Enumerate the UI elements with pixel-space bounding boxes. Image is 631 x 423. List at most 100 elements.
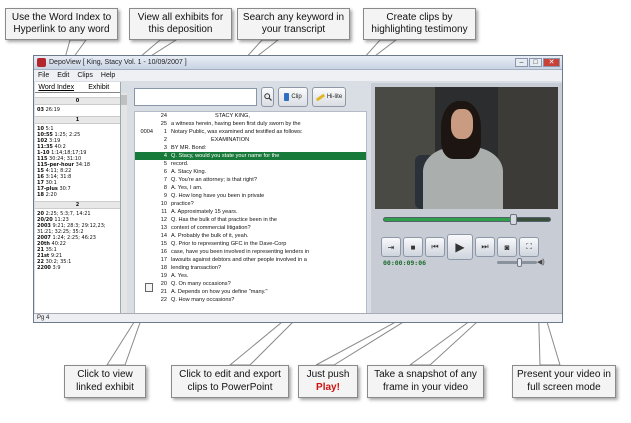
stop-button[interactable]: ■ [403, 237, 423, 257]
volume-slider[interactable] [497, 258, 537, 267]
transcript-text: BY MR. Bond: [171, 145, 207, 151]
menu-edit[interactable]: Edit [57, 72, 69, 79]
tab-word-index[interactable]: Word Index [35, 82, 78, 92]
fullscreen-button[interactable]: ⛶ [519, 237, 539, 257]
transcript-line-number: 3 [163, 145, 167, 151]
word-index-scrollbar[interactable] [121, 93, 127, 314]
callout-exhibits: View all exhibits for this deposition [129, 8, 232, 40]
transcript-line[interactable]: 6 A. Stacy King. [135, 168, 366, 176]
snapshot-button[interactable]: ◙ [497, 237, 517, 257]
transcript-line[interactable]: 11 A. Approximately 15 years. [135, 208, 366, 216]
transcript-line-highlighted[interactable]: 4 Q. Stacy, would you state your name for… [135, 152, 366, 160]
search-button[interactable] [261, 87, 274, 107]
play-icon: ▶ [455, 240, 465, 254]
skip-back-button[interactable]: ⏮ [425, 237, 445, 257]
transcript-line-number: 13 [160, 225, 167, 231]
seek-bar[interactable] [383, 214, 551, 225]
transcript-line[interactable]: 15 Q. Prior to representing GFC in the Da… [135, 240, 366, 248]
transcript-page-number [135, 256, 153, 264]
status-page: Pg 4 [37, 315, 50, 321]
speaker-icon: ◀) [537, 259, 545, 266]
transcript-page-number [135, 160, 153, 168]
transcript-line[interactable]: 10 practice? [135, 200, 366, 208]
skip-forward-button[interactable]: ⏭ [475, 237, 495, 257]
clip-button[interactable]: Clip [278, 87, 308, 107]
maximize-button[interactable]: □ [529, 58, 542, 67]
title-bar: DepoView [ King, Stacy Vol. 1 - 10/09/20… [34, 56, 562, 70]
menu-clips[interactable]: Clips [77, 72, 93, 79]
transcript-line[interactable]: 16 case, have you been involved in repres… [135, 248, 366, 256]
seek-handle[interactable] [510, 214, 518, 225]
scrollbar-thumb[interactable] [121, 95, 127, 105]
minimize-button[interactable]: – [515, 58, 528, 67]
transcript-page-number [135, 216, 153, 224]
transcript-line[interactable]: 25 a witness herein, having been first du… [135, 120, 366, 128]
transcript-line[interactable]: 7 Q. You're an attorney; is that right? [135, 176, 366, 184]
transcript-text: lending transaction? [171, 265, 222, 271]
stop-icon: ■ [410, 242, 416, 252]
play-button[interactable]: ▶ [447, 234, 473, 260]
transcript-line[interactable]: 5 record. [135, 160, 366, 168]
time-readout: 00:00:09:06 [383, 259, 427, 267]
exhibit-link-icon[interactable] [145, 283, 153, 292]
transcript-line-number: 25 [160, 121, 167, 127]
transcript-line[interactable]: 12 Q. Has the bulk of that practice been … [135, 216, 366, 224]
highlighter-icon [315, 93, 325, 101]
word-index-entry[interactable]: 03 26:19 [37, 107, 118, 113]
transcript-line[interactable]: 2 EXAMINATION [135, 136, 366, 144]
word-index-refs: 34:18 [75, 162, 91, 168]
transcript-page-number [135, 200, 153, 208]
hilite-button-label: Hi-lite [326, 94, 343, 100]
transcript-line[interactable]: 14 A. Probably the bulk of it, yeah. [135, 232, 366, 240]
transcript-line[interactable]: 9 Q. How long have you been in private [135, 192, 366, 200]
close-button[interactable]: ✕ [543, 58, 560, 67]
transcript-page-number [135, 248, 153, 256]
transcript-line[interactable]: 13 context of commercial litigation? [135, 224, 366, 232]
word-index-entry[interactable]: 2200 3:9 [37, 265, 118, 271]
transcript-line[interactable]: 8 A. Yes, I am. [135, 184, 366, 192]
transcript-line-number: 17 [160, 257, 167, 263]
callout-play: Just push Play! [298, 365, 358, 398]
transcript-page-number [135, 272, 153, 280]
transcript-page-number [135, 192, 153, 200]
transcript-pane[interactable]: 24 STACY KING, 25 a witness herein, having … [134, 111, 367, 314]
transcript-line[interactable]: 17 lawsuits against debtors and other peo… [135, 256, 366, 264]
transcript-text: Q. Has the bulk of that practice been in… [171, 217, 278, 223]
menu-help[interactable]: Help [101, 72, 115, 79]
word-index-section-0: 0 [35, 97, 120, 105]
word-index-panel: Word Index Exhibit 0 03 26:19 1 10 5:1 10… [35, 82, 121, 314]
word-index-refs: 3:9 [52, 265, 61, 271]
word-index-entry[interactable]: 18 2:20 [37, 192, 118, 198]
transcript-line[interactable]: 0004 1 Notary Public, was examined and tes… [135, 128, 366, 136]
transcript-text: practice? [171, 201, 194, 207]
transcript-line[interactable]: 18 lending transaction? [135, 264, 366, 272]
transcript-page-number [135, 224, 153, 232]
transcript-line-number: 11 [161, 209, 167, 215]
transcript-line[interactable]: 21 A. Depends on how you define "many." [135, 288, 366, 296]
edit-clips-button[interactable]: ⇥ [381, 237, 401, 257]
video-frame[interactable] [375, 87, 558, 209]
word-index-section-1: 1 [35, 116, 120, 124]
menu-file[interactable]: File [38, 72, 49, 79]
tab-exhibits[interactable]: Exhibit [78, 82, 121, 92]
transcript-line[interactable]: 20 Q. On many occasions? [135, 280, 366, 288]
transcript-line[interactable]: 22 Q. How many occasions? [135, 296, 366, 304]
transcript-text: A. Approximately 15 years. [171, 209, 238, 215]
word-index-refs: 26:19 [45, 107, 60, 113]
word-index-word: 2200 [37, 265, 51, 271]
transcript-line-number: 2 [163, 137, 167, 143]
transcript-line[interactable]: 24 STACY KING, [135, 112, 366, 120]
volume-handle[interactable] [517, 258, 522, 267]
transcript-page-number [135, 184, 153, 192]
transcript-text: A. Depends on how you define "many." [171, 289, 268, 295]
word-index-entry[interactable]: 2003 9:21; 28:3; 29:12,23; 31:21; 32:25;… [37, 223, 118, 235]
transcript-text: case, have you been involved in represen… [171, 249, 310, 255]
clip-icon [284, 93, 290, 101]
transcript-line-number: 15 [160, 241, 167, 247]
search-input[interactable] [134, 88, 257, 106]
transcript-page-number [135, 208, 153, 216]
hilite-button[interactable]: Hi-lite [312, 87, 346, 107]
transcript-line[interactable]: 19 A. Yes. [135, 272, 366, 280]
transcript-line[interactable]: 3 BY MR. Bond: [135, 144, 366, 152]
transcript-line-number: 24 [160, 113, 167, 119]
